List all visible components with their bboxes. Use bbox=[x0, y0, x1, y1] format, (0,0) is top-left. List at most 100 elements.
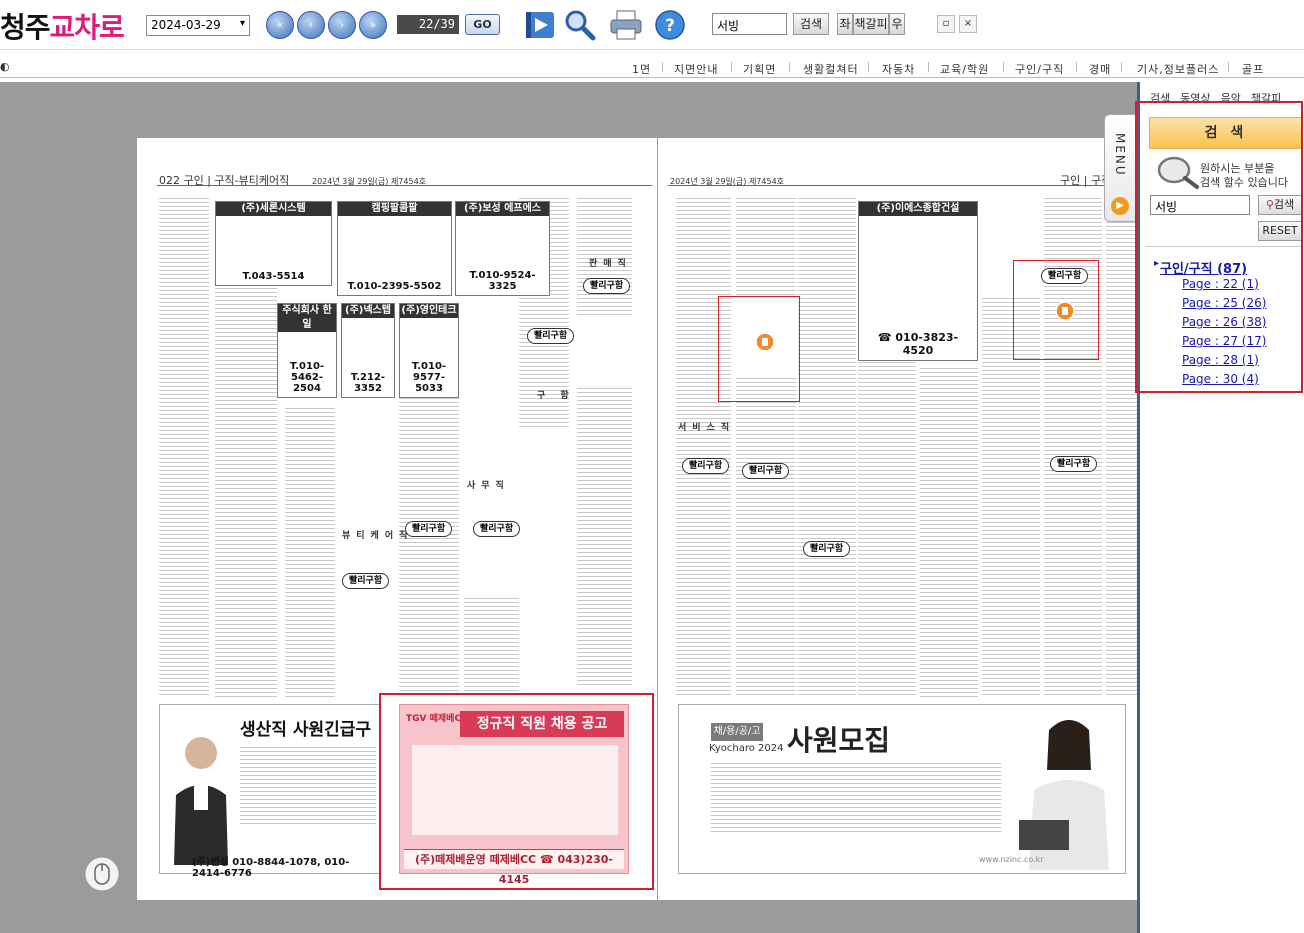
play-icon: ▶ bbox=[1111, 197, 1129, 215]
person-photo bbox=[174, 737, 228, 865]
video-play-icon[interactable] bbox=[522, 8, 558, 42]
job-ad-title: (주)넥스텝 bbox=[342, 304, 394, 318]
menu-item-page-guide[interactable]: 지면안내 bbox=[674, 61, 718, 77]
search-highlight-box[interactable] bbox=[379, 693, 654, 890]
search-highlight-box[interactable] bbox=[1013, 260, 1099, 360]
job-ad[interactable]: (주)세론시스템 T.043-5514 bbox=[215, 201, 332, 286]
section-label: 구 함 bbox=[537, 391, 575, 401]
section-label: 사무직 bbox=[467, 481, 510, 491]
text-column bbox=[399, 398, 459, 698]
menu-separator bbox=[1121, 62, 1122, 72]
menu-item-articles[interactable]: 기사,정보플러스 bbox=[1137, 61, 1219, 77]
last-page-button[interactable]: » bbox=[359, 11, 387, 39]
print-icon[interactable] bbox=[608, 8, 644, 42]
restore-window-button[interactable]: ▫ bbox=[937, 15, 955, 33]
menu-item-golf[interactable]: 골프 bbox=[1242, 61, 1264, 77]
close-window-button[interactable]: × bbox=[959, 15, 977, 33]
top-toolbar: 청주교차로 2024-03-29 ▾ « ‹ › » 22/39 GO ? 서빙… bbox=[0, 0, 1304, 50]
text-column bbox=[920, 368, 978, 698]
menu-lead-icon: ◐ bbox=[0, 60, 10, 73]
left-page-button[interactable]: 좌 bbox=[837, 13, 853, 35]
menu-item-feature[interactable]: 기획면 bbox=[743, 61, 776, 77]
menu-toggle-tab[interactable]: MENU ▶ bbox=[1104, 114, 1137, 222]
menu-item-front-page[interactable]: 1면 bbox=[632, 61, 651, 77]
next-page-button[interactable]: › bbox=[328, 11, 356, 39]
mouse-icon[interactable] bbox=[84, 856, 120, 892]
text-column bbox=[798, 198, 856, 698]
quick-hire-tag: 빨리구함 bbox=[473, 521, 521, 537]
logo-part-2: 교차로 bbox=[49, 11, 125, 44]
menu-item-cars[interactable]: 자동차 bbox=[882, 61, 915, 77]
right-page-button[interactable]: 우 bbox=[889, 13, 905, 35]
text-column bbox=[577, 388, 632, 688]
newspaper-page-right[interactable]: 2024년 3월 29일(금) 제7454호 구인 | 구직 (주)이에스종합건… bbox=[658, 138, 1138, 900]
job-ad[interactable]: (주)영인테크 T.010-9577-5033 bbox=[399, 303, 459, 398]
header-rule bbox=[668, 185, 1138, 186]
section-menu-bar: ◐ 1면 지면안내 기획면 생활컬쳐터 자동차 교육/학원 구인/구직 경매 기… bbox=[0, 56, 1304, 78]
menu-separator bbox=[1076, 62, 1077, 72]
menu-item-living-culture[interactable]: 생활컬쳐터 bbox=[803, 61, 859, 77]
next-page-icon: › bbox=[339, 18, 345, 31]
job-ad[interactable]: 주식회사 한일 T.010-5462-2504 bbox=[277, 303, 337, 398]
job-ad-title: (주)세론시스템 bbox=[216, 202, 331, 216]
panel-highlight-box bbox=[1135, 101, 1303, 393]
recruit-table bbox=[711, 763, 1001, 833]
menu-separator bbox=[928, 62, 929, 72]
text-column bbox=[285, 408, 335, 698]
menu-separator bbox=[868, 62, 869, 72]
first-page-button[interactable]: « bbox=[266, 11, 294, 39]
job-ad[interactable]: (주)보성 에프에스 T.010-9524-3325 bbox=[455, 201, 550, 296]
recruit-brand: Kyocharo 2024 bbox=[709, 743, 784, 754]
magnifier-icon[interactable] bbox=[562, 8, 598, 42]
text-column bbox=[464, 598, 519, 698]
bookmark-button[interactable]: 책갈피 bbox=[853, 13, 889, 35]
job-ad-phone: T.010-9577-5033 bbox=[411, 361, 447, 394]
search-highlight-box[interactable] bbox=[718, 296, 800, 402]
person-photo bbox=[1019, 720, 1109, 870]
search-button[interactable]: 검색 bbox=[793, 13, 829, 35]
job-ad[interactable]: 캠핑팔콤팔 T.010-2395-5502 bbox=[337, 201, 452, 296]
header-rule bbox=[157, 185, 652, 186]
job-ad-phone: T.010-9524-3325 bbox=[469, 270, 536, 292]
quick-hire-tag: 빨리구함 bbox=[583, 278, 631, 294]
svg-text:?: ? bbox=[665, 16, 675, 36]
menu-separator bbox=[662, 62, 663, 72]
quick-hire-tag: 빨리구함 bbox=[803, 541, 851, 557]
job-ad-phone: T.010-5462-2504 bbox=[289, 361, 325, 394]
bottom-ad-headline: 생산직 사원긴급구 bbox=[240, 720, 372, 740]
bottom-ad-recruit[interactable]: 채/용/공/고 Kyocharo 2024 사원모집 www.nzinc.co.… bbox=[678, 704, 1126, 874]
job-ad[interactable]: (주)넥스텝 T.212-3352 bbox=[341, 303, 395, 398]
prev-page-icon: ‹ bbox=[308, 18, 314, 31]
text-column bbox=[736, 378, 796, 698]
menu-item-jobs[interactable]: 구인/구직 bbox=[1015, 61, 1064, 77]
text-column bbox=[159, 198, 209, 698]
menu-separator bbox=[789, 62, 790, 72]
menu-separator bbox=[731, 62, 732, 72]
bottom-ad-production[interactable]: 생산직 사원긴급구 (주)번성 010-8844-1078, 010-2414-… bbox=[159, 704, 381, 879]
menu-item-education[interactable]: 교육/학원 bbox=[940, 61, 989, 77]
text-column bbox=[1106, 198, 1138, 698]
logo-part-1: 청주 bbox=[0, 11, 51, 44]
job-ad-phone: T.212-3352 bbox=[350, 372, 386, 394]
go-button[interactable]: GO bbox=[465, 14, 500, 35]
recruit-sub: 채/용/공/고 bbox=[711, 723, 763, 741]
search-input[interactable]: 서빙 bbox=[712, 13, 787, 35]
chevron-down-icon: ▾ bbox=[239, 18, 245, 29]
quick-hire-tag: 빨리구함 bbox=[742, 463, 790, 479]
ad-table bbox=[240, 747, 376, 827]
page-indicator[interactable]: 22/39 bbox=[397, 15, 459, 34]
job-ad-phone: ☎ 010-3823-4520 bbox=[877, 331, 959, 357]
prev-page-button[interactable]: ‹ bbox=[297, 11, 325, 39]
job-ad[interactable]: (주)이에스종합건설 ☎ 010-3823-4520 bbox=[858, 201, 978, 361]
menu-item-auction[interactable]: 경매 bbox=[1089, 61, 1111, 77]
text-column bbox=[676, 198, 731, 698]
help-icon[interactable]: ? bbox=[652, 8, 688, 42]
date-select-value: 2024-03-29 bbox=[151, 18, 221, 32]
date-select[interactable]: 2024-03-29 ▾ bbox=[146, 15, 250, 36]
quick-hire-tag: 빨리구함 bbox=[342, 573, 390, 589]
recruit-headline: 사원모집 bbox=[787, 724, 891, 757]
text-column bbox=[858, 358, 916, 698]
section-label: 서비스직 bbox=[678, 423, 736, 433]
app-logo[interactable]: 청주교차로 bbox=[0, 6, 125, 46]
quick-hire-tag: 빨리구함 bbox=[682, 458, 730, 474]
